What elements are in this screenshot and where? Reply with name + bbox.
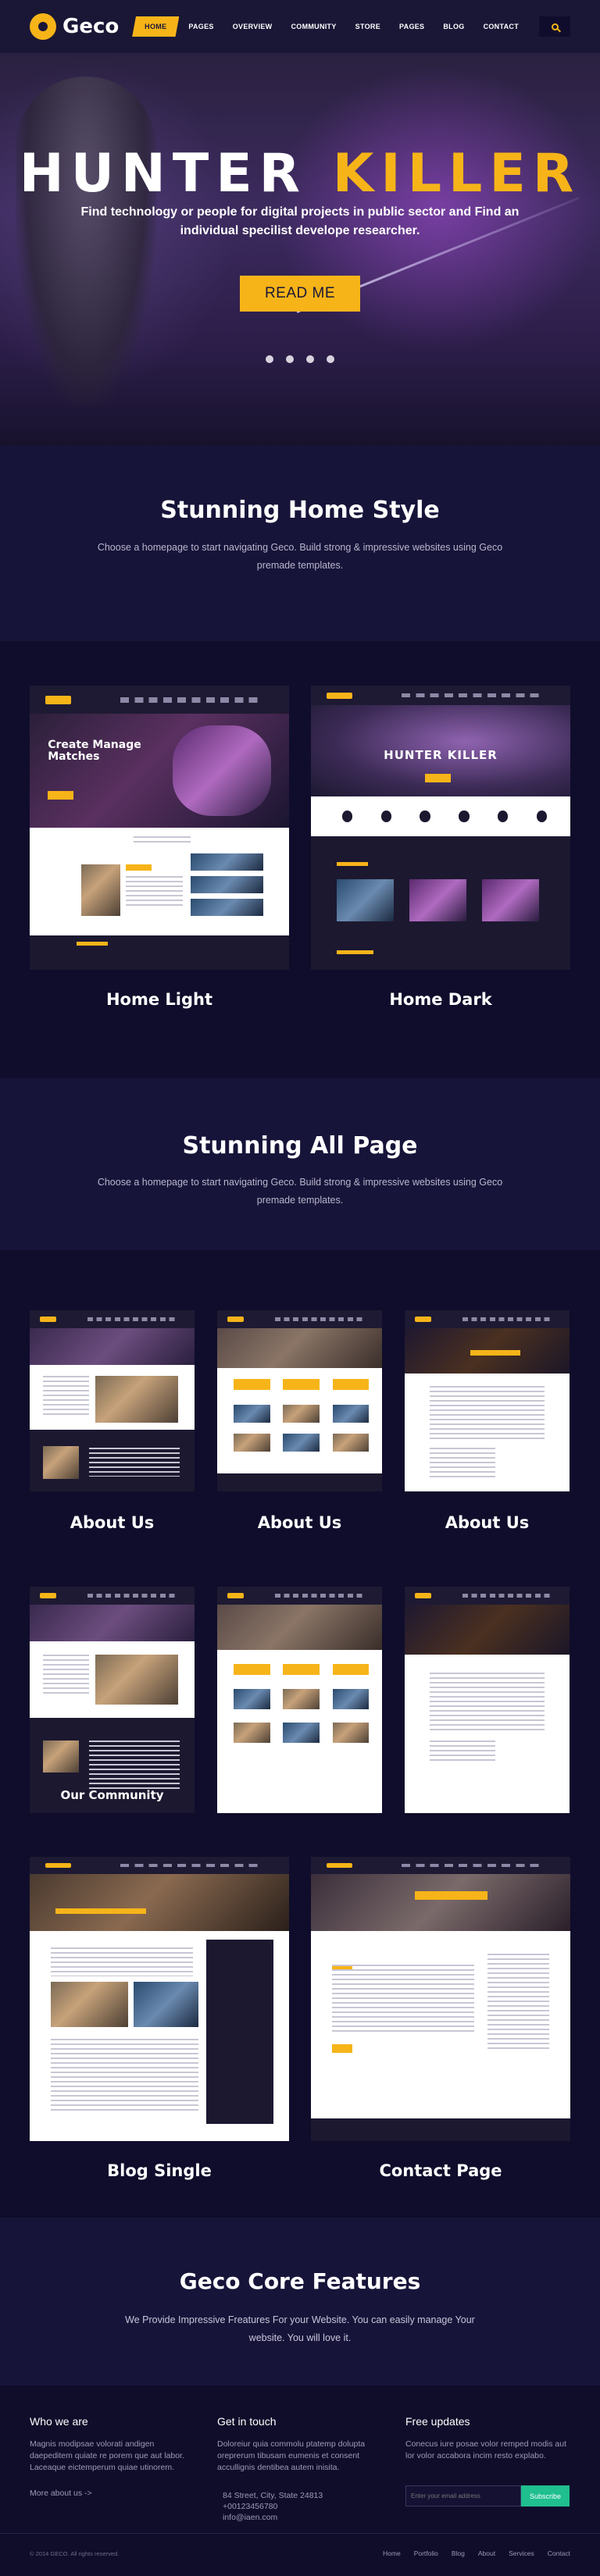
hero-title-word2: KILLER — [332, 143, 581, 205]
news-media-thumbnail[interactable] — [405, 1587, 570, 1813]
hero-title-word1: HUNTER — [19, 143, 308, 205]
nav-store[interactable]: STORE — [346, 16, 390, 37]
blog-single-thumbnail[interactable] — [30, 1857, 289, 2141]
home-light-thumbnail[interactable]: Create Manage Matches — [30, 686, 289, 970]
hero-title: HUNTER KILLER — [0, 143, 600, 205]
game-shop-label: Game Shop — [262, 1788, 338, 1802]
features-title: Geco Core Features — [179, 2268, 421, 2294]
footer-divider — [0, 2533, 600, 2534]
nav-community[interactable]: COMMUNITY — [281, 16, 345, 37]
footer-nav-contact[interactable]: Contact — [548, 2549, 570, 2557]
footer-more-about-link[interactable]: More about us -> — [30, 2489, 92, 2498]
footer-nav-about[interactable]: About — [478, 2549, 495, 2557]
footer-nav-blog[interactable]: Blog — [452, 2549, 465, 2557]
home-dark-thumbnail[interactable]: HUNTER KILLER — [311, 686, 570, 970]
all-page-title: Stunning All Page — [182, 1132, 418, 1160]
footer-updates-title: Free updates — [405, 2415, 470, 2428]
contact-page-thumbnail[interactable] — [311, 1857, 570, 2141]
about-us-label-2: About Us — [257, 1513, 342, 1532]
about-us-label-3: About Us — [445, 1513, 530, 1532]
footer-updates-text: Conecus iure posae volor remped modis au… — [405, 2439, 567, 2460]
features-band — [0, 2218, 600, 2385]
footer-phone: +00123456780 — [223, 2502, 278, 2511]
home-style-text: Choose a homepage to start navigating Ge… — [97, 542, 503, 571]
footer-who-title: Who we are — [30, 2415, 88, 2428]
hero-subtitle: Find technology or people for digital pr… — [80, 205, 520, 237]
site-header: Geco HOME PAGES OVERVIEW COMMUNITY STORE… — [0, 0, 600, 53]
nav-home[interactable]: HOME — [132, 16, 180, 37]
logo[interactable]: Geco — [30, 13, 119, 40]
nav-blog[interactable]: BLOG — [434, 16, 473, 37]
news-media-label: News & Media — [440, 1788, 534, 1802]
nav-pages-2[interactable]: PAGES — [390, 16, 434, 37]
slider-dot[interactable] — [306, 355, 314, 363]
blog-single-label: Blog Single — [107, 2161, 212, 2180]
features-text: We Provide Impressive Freatures For your… — [125, 2314, 475, 2343]
search-icon — [551, 23, 559, 30]
logo-icon — [30, 13, 56, 40]
home-dark-thumb-caption: HUNTER KILLER — [384, 748, 498, 763]
footer-address: 84 Street, City, State 24813 — [223, 2491, 323, 2500]
home-style-title: Stunning Home Style — [160, 497, 440, 524]
game-shop-thumbnail[interactable] — [217, 1587, 382, 1813]
footer-who-text: Magnis modipsae volorati andigen daepedi… — [30, 2439, 184, 2472]
read-me-button[interactable]: READ ME — [240, 276, 360, 312]
search-button[interactable] — [539, 16, 570, 37]
newsletter-email-input[interactable] — [405, 2485, 521, 2507]
slider-dot[interactable] — [266, 355, 273, 363]
footer-bottom-nav: Home Portfolio Blog About Services Conta… — [383, 2549, 570, 2557]
copyright: © 2014 GECO. All rights reserved. — [30, 2550, 120, 2557]
footer-touch-title: Get in touch — [217, 2415, 277, 2428]
footer-email[interactable]: info@iaen.com — [223, 2512, 277, 2524]
about-us-thumbnail-3[interactable] — [405, 1310, 570, 1491]
slider-dot[interactable] — [327, 355, 334, 363]
home-light-label: Home Light — [105, 990, 213, 1009]
footer-nav-home[interactable]: Home — [383, 2549, 401, 2557]
all-page-text: Choose a homepage to start navigating Ge… — [97, 1177, 503, 1206]
footer-nav-portfolio[interactable]: Portfolio — [414, 2549, 438, 2557]
our-community-thumbnail[interactable] — [30, 1587, 195, 1813]
home-light-thumb-caption: Create Manage Matches — [48, 739, 141, 764]
about-us-thumbnail-1[interactable] — [30, 1310, 195, 1491]
hero-character-image — [16, 77, 156, 404]
nav-overview[interactable]: OVERVIEW — [223, 16, 282, 37]
our-community-label: Our Community — [60, 1788, 164, 1802]
about-us-label-1: About Us — [70, 1513, 155, 1532]
footer-nav-services[interactable]: Services — [509, 2549, 534, 2557]
site-footer — [0, 2385, 600, 2576]
footer-touch-text: Doloreiur quia commolu ptatemp dolupta o… — [217, 2439, 366, 2472]
nav-pages[interactable]: PAGES — [179, 16, 223, 37]
slider-dots — [266, 355, 334, 363]
about-us-thumbnail-2[interactable] — [217, 1310, 382, 1491]
contact-page-label: Contact Page — [379, 2161, 502, 2180]
nav-contact[interactable]: CONTACT — [474, 16, 528, 37]
home-dark-label: Home Dark — [389, 990, 492, 1009]
slider-dot[interactable] — [286, 355, 294, 363]
all-page-band — [0, 1078, 600, 1250]
subscribe-button[interactable]: Subscribe — [521, 2485, 570, 2507]
logo-text: Geco — [62, 15, 120, 38]
hero-banner: HUNTER KILLER Find technology or people … — [0, 53, 600, 446]
main-nav: HOME PAGES OVERVIEW COMMUNITY STORE PAGE… — [132, 16, 570, 37]
